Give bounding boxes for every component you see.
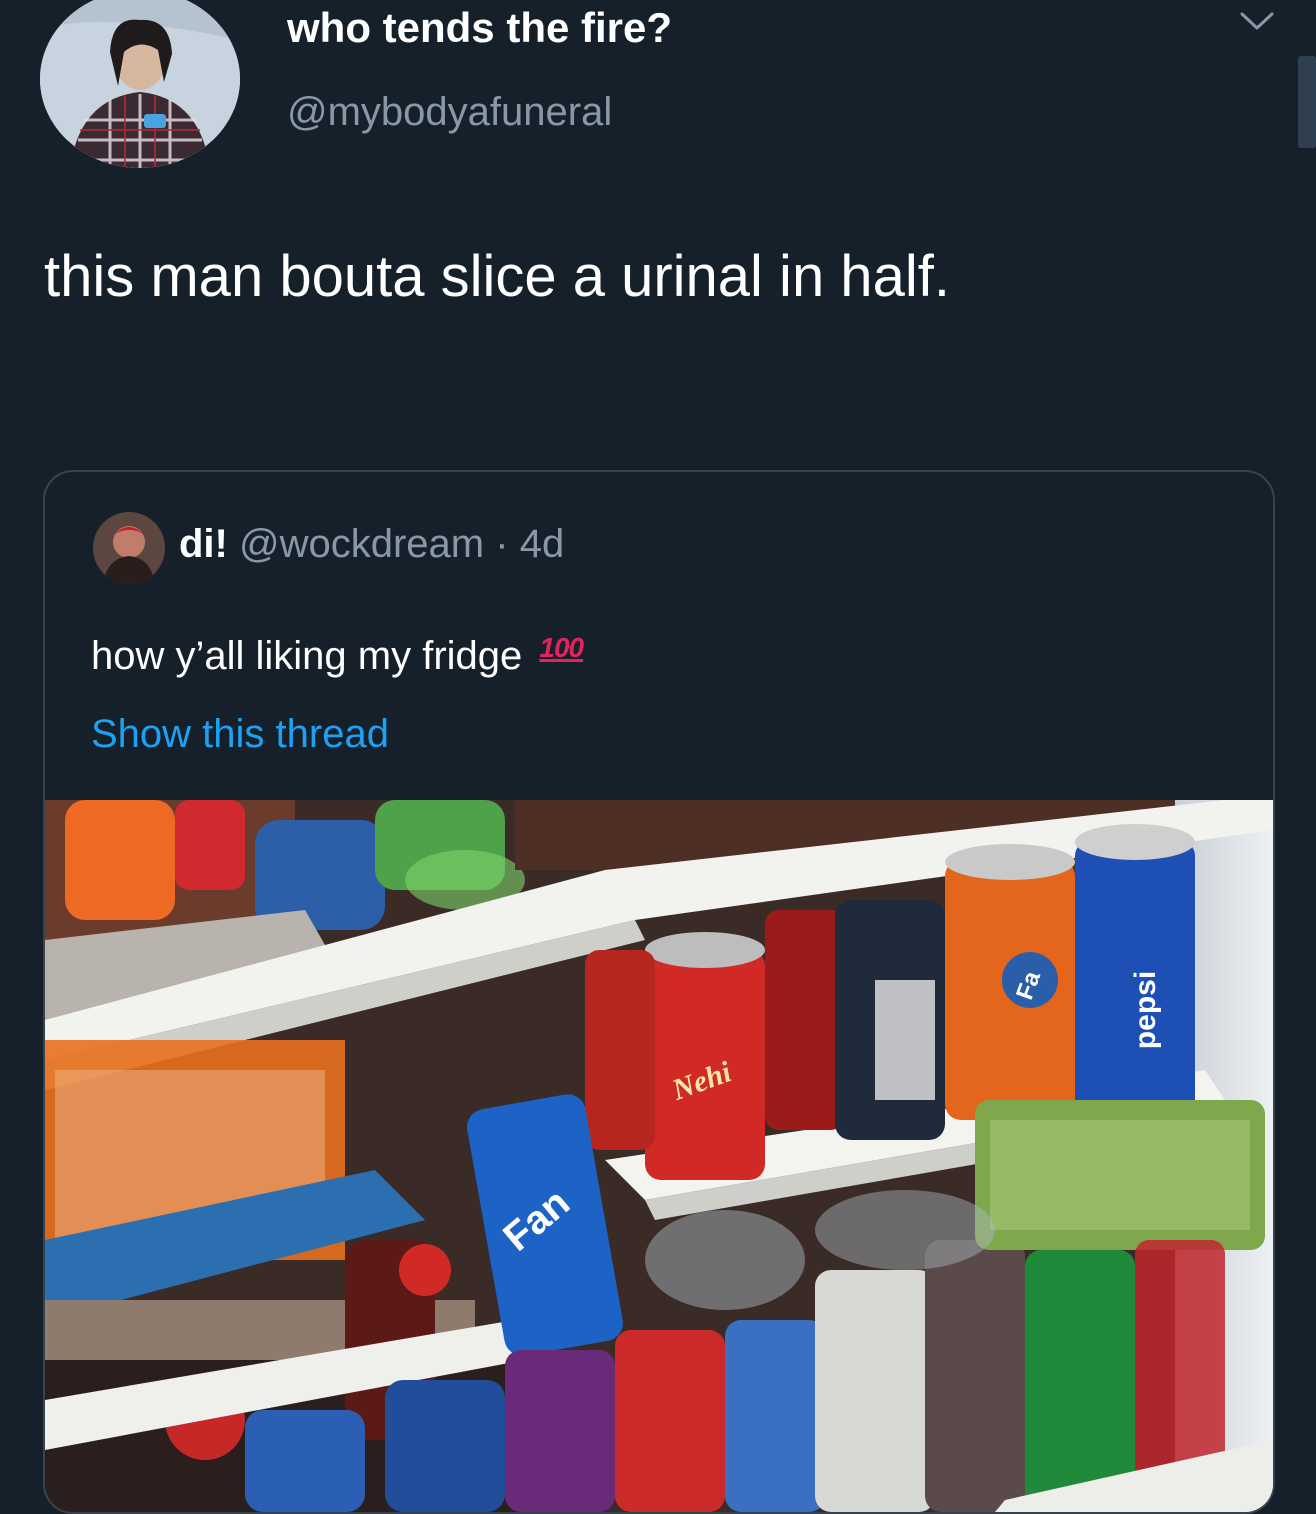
- author-avatar[interactable]: [40, 0, 240, 168]
- can-pepsi: pepsi: [1075, 824, 1195, 1120]
- quoted-author-name[interactable]: di!: [179, 522, 228, 566]
- quoted-tweet-header: di! @wockdream · 4d: [179, 522, 564, 567]
- can-fanta-orange: Fa: [945, 844, 1075, 1120]
- author-handle[interactable]: @mybodyafuneral: [287, 90, 612, 135]
- show-thread-link[interactable]: Show this thread: [91, 712, 389, 757]
- can-nehi: Nehi: [645, 932, 765, 1180]
- author-name[interactable]: who tends the fire?: [287, 4, 672, 52]
- separator-dot: ·: [495, 522, 509, 566]
- tweet-text: this man bouta slice a urinal in half.: [44, 244, 950, 309]
- fridge-photo[interactable]: Nehi Fa pepsi Fan: [45, 800, 1273, 1512]
- scrollbar-thumb[interactable]: [1298, 56, 1316, 148]
- quoted-tweet-text-line: how y’all liking my fridge 100: [91, 632, 584, 679]
- quoted-author-avatar[interactable]: [93, 512, 165, 584]
- chevron-down-icon[interactable]: [1232, 2, 1282, 38]
- quoted-tweet-card[interactable]: di! @wockdream · 4d how y’all liking my …: [43, 470, 1275, 1514]
- quoted-author-handle[interactable]: @wockdream: [239, 522, 484, 566]
- quoted-tweet-text: how y’all liking my fridge: [91, 634, 523, 678]
- quoted-tweet-time[interactable]: 4d: [520, 522, 565, 566]
- can-label-pepsi: pepsi: [1129, 971, 1162, 1049]
- hundred-points-emoji: 100: [539, 632, 584, 663]
